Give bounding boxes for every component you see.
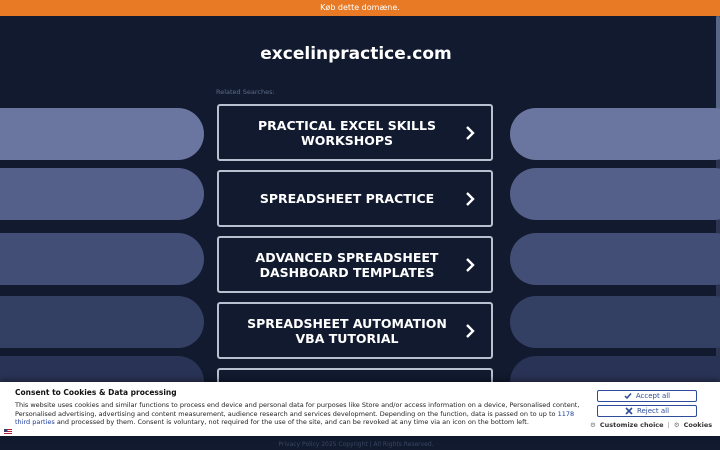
link-label: SPREADSHEET PRACTICE	[259, 191, 435, 206]
customize-choice-link[interactable]: Customize choice	[600, 421, 664, 429]
cookie-title: Consent to Cookies & Data processing	[15, 388, 177, 397]
link-label: ADVANCED SPREADSHEET DASHBOARD TEMPLATES	[255, 249, 439, 280]
accept-all-button[interactable]: Accept all	[597, 390, 697, 402]
link-label: SPREADSHEET AUTOMATION VBA TUTORIAL	[247, 315, 447, 346]
chevron-right-icon	[466, 125, 475, 140]
us-flag-icon[interactable]	[4, 429, 12, 435]
separator: |	[667, 421, 670, 429]
related-searches-label: Related Searches:	[216, 88, 275, 96]
domain-title: excelinpractice.com	[260, 44, 452, 64]
decorative-pill	[510, 233, 720, 285]
chevron-right-icon	[466, 323, 475, 338]
related-link-practical-excel-skills[interactable]: PRACTICAL EXCEL SKILLS WORKSHOPS	[217, 104, 493, 161]
close-icon	[625, 407, 633, 415]
cookies-link[interactable]: Cookies	[684, 421, 713, 429]
decorative-pill	[510, 108, 720, 160]
decorative-pill	[510, 168, 720, 220]
decorative-pill	[0, 108, 204, 160]
buy-domain-banner[interactable]: Køb dette domæne.	[0, 0, 720, 16]
link-label: PRACTICAL EXCEL SKILLS WORKSHOPS	[257, 117, 436, 148]
cookie-icon: ⚙	[673, 421, 680, 429]
chevron-right-icon	[466, 191, 475, 206]
cookie-consent-banner: Consent to Cookies & Data processing Thi…	[0, 382, 720, 436]
related-link-dashboard-templates[interactable]: ADVANCED SPREADSHEET DASHBOARD TEMPLATES	[217, 236, 493, 293]
related-link-spreadsheet-practice[interactable]: SPREADSHEET PRACTICE	[217, 170, 493, 227]
decorative-pill	[0, 233, 204, 285]
related-link-vba-tutorial[interactable]: SPREADSHEET AUTOMATION VBA TUTORIAL	[217, 302, 493, 359]
cookie-links: ⚙ Customize choice | ⚙ Cookies	[590, 421, 712, 429]
chevron-right-icon	[466, 257, 475, 272]
reject-all-button[interactable]: Reject all	[597, 405, 697, 417]
footer: Privacy Policy 2025 Copyright | All Righ…	[278, 441, 434, 448]
check-icon	[624, 393, 632, 400]
decorative-pill	[510, 296, 720, 348]
gear-icon: ⚙	[590, 421, 596, 429]
cookie-description: This website uses cookies and similar fu…	[15, 401, 580, 426]
decorative-pill	[0, 296, 204, 348]
decorative-pill	[0, 168, 204, 220]
